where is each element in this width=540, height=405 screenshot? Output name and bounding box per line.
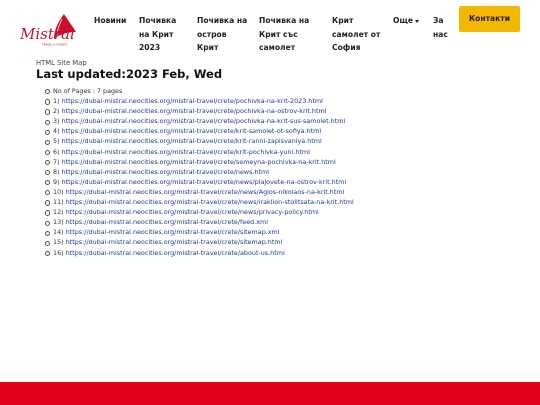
breadcrumb: HTML Site Map bbox=[36, 59, 87, 67]
nav-line: 2023 bbox=[139, 43, 161, 52]
nav-line: София bbox=[332, 43, 361, 52]
top-navbar: Mistral TRAVEL & EVENTS Новини Почивка н… bbox=[0, 0, 540, 58]
sitemap-link[interactable]: https://dubai-mistral.neocities.org/mist… bbox=[62, 158, 336, 166]
link-number: 7) bbox=[53, 157, 60, 166]
sitemap-link-item: 3) https://dubai-mistral.neocities.org/m… bbox=[45, 116, 354, 126]
sitemap-link[interactable]: https://dubai-mistral.neocities.org/mist… bbox=[66, 238, 283, 246]
sitemap-link[interactable]: https://dubai-mistral.neocities.org/mist… bbox=[62, 127, 322, 135]
nav-item-krit-samolet-ot-sofiya[interactable]: Крит самолет от София bbox=[332, 14, 380, 55]
sitemap-link-item: 5) https://dubai-mistral.neocities.org/m… bbox=[45, 136, 354, 146]
nav-item-news[interactable]: Новини bbox=[94, 14, 126, 28]
sitemap-link-item: 1) https://dubai-mistral.neocities.org/m… bbox=[45, 96, 354, 106]
link-number: 6) bbox=[53, 147, 60, 156]
sitemap-list: No of Pages : 7 pages 1) https://dubai-m… bbox=[45, 86, 354, 258]
nav-line: нас bbox=[433, 29, 448, 39]
sitemap-link-item: 11) https://dubai-mistral.neocities.org/… bbox=[45, 197, 354, 207]
link-number: 11) bbox=[53, 198, 64, 207]
sitemap-link[interactable]: https://dubai-mistral.neocities.org/mist… bbox=[66, 218, 268, 226]
sitemap-link-item: 7) https://dubai-mistral.neocities.org/m… bbox=[45, 157, 354, 167]
nav-item-pochivka-na-krit-2023[interactable]: Почивка на Крит 2023 bbox=[139, 14, 176, 55]
link-number: 8) bbox=[53, 167, 60, 176]
nav-line: За bbox=[433, 16, 444, 25]
nav-item-pochivka-na-ostrov-krit[interactable]: Почивка на остров Крит bbox=[197, 14, 247, 55]
contact-button[interactable]: Контакти bbox=[459, 6, 520, 32]
link-number: 3) bbox=[53, 117, 60, 126]
link-number: 10) bbox=[53, 187, 64, 196]
mistral-logo[interactable]: Mistral TRAVEL & EVENTS bbox=[18, 12, 86, 48]
sitemap-link[interactable]: https://dubai-mistral.neocities.org/mist… bbox=[62, 148, 310, 156]
sitemap-link[interactable]: https://dubai-mistral.neocities.org/mist… bbox=[62, 137, 322, 145]
sitemap-link[interactable]: https://dubai-mistral.neocities.org/mist… bbox=[62, 117, 346, 125]
sitemap-link-item: 9) https://dubai-mistral.neocities.org/m… bbox=[45, 177, 354, 187]
nav-line: Почивка на bbox=[197, 16, 248, 25]
nav-line: Почивка bbox=[139, 16, 177, 25]
sitemap-link-item: 2) https://dubai-mistral.neocities.org/m… bbox=[45, 106, 354, 116]
page-title: Last updated:2023 Feb, Wed bbox=[36, 67, 223, 81]
sitemap-link-item: 14) https://dubai-mistral.neocities.org/… bbox=[45, 227, 354, 237]
link-number: 16) bbox=[53, 248, 64, 257]
sitemap-link[interactable]: https://dubai-mistral.neocities.org/mist… bbox=[62, 168, 269, 176]
nav-line: остров bbox=[197, 29, 227, 39]
link-number: 13) bbox=[53, 218, 64, 227]
logo-wordmark: Mistral bbox=[19, 25, 75, 43]
link-number: 15) bbox=[53, 238, 64, 247]
link-number: 5) bbox=[53, 137, 60, 146]
caret-down-icon bbox=[415, 19, 420, 23]
sitemap-link[interactable]: https://dubai-mistral.neocities.org/mist… bbox=[62, 107, 327, 115]
sitemap-link-item: 12) https://dubai-mistral.neocities.org/… bbox=[45, 207, 354, 217]
sail-logo-icon: Mistral TRAVEL & EVENTS bbox=[19, 14, 76, 47]
sitemap-link[interactable]: https://dubai-mistral.neocities.org/mist… bbox=[62, 178, 347, 186]
link-number: 9) bbox=[53, 177, 60, 186]
nav-line: Крит bbox=[332, 16, 354, 25]
sitemap-link[interactable]: https://dubai-mistral.neocities.org/mist… bbox=[66, 198, 354, 206]
link-number: 14) bbox=[53, 228, 64, 237]
sitemap-link-item: 15) https://dubai-mistral.neocities.org/… bbox=[45, 237, 354, 247]
sitemap-link-item: 13) https://dubai-mistral.neocities.org/… bbox=[45, 217, 354, 227]
sitemap-link-item: 8) https://dubai-mistral.neocities.org/m… bbox=[45, 167, 354, 177]
nav-item-pochivka-sus-samolet[interactable]: Почивка на Крит със самолет bbox=[259, 14, 309, 55]
sitemap-link-item: 6) https://dubai-mistral.neocities.org/m… bbox=[45, 147, 354, 157]
nav-line: на Крит bbox=[139, 29, 174, 39]
link-number: 12) bbox=[53, 208, 64, 217]
link-number: 1) bbox=[53, 97, 60, 106]
nav-item-about-us[interactable]: За нас bbox=[433, 14, 448, 41]
link-number: 4) bbox=[53, 127, 60, 136]
sitemap-link[interactable]: https://dubai-mistral.neocities.org/mist… bbox=[66, 249, 285, 257]
sitemap-link[interactable]: https://dubai-mistral.neocities.org/mist… bbox=[66, 188, 345, 196]
sitemap-link[interactable]: https://dubai-mistral.neocities.org/mist… bbox=[66, 208, 319, 216]
nav-line: самолет от bbox=[332, 29, 381, 39]
nav-dropdown-more[interactable]: Още bbox=[393, 14, 420, 28]
sitemap-link-item: 16) https://dubai-mistral.neocities.org/… bbox=[45, 248, 354, 258]
sitemap-link[interactable]: https://dubai-mistral.neocities.org/mist… bbox=[66, 228, 280, 236]
footer-bar bbox=[0, 382, 540, 405]
logo-tagline: TRAVEL & EVENTS bbox=[41, 43, 68, 47]
nav-line: Почивка на bbox=[259, 16, 310, 25]
sitemap-link[interactable]: https://dubai-mistral.neocities.org/mist… bbox=[62, 97, 323, 105]
nav-line: Крит със bbox=[259, 29, 298, 39]
sitemap-link-item: 10) https://dubai-mistral.neocities.org/… bbox=[45, 187, 354, 197]
nav-line: Новини bbox=[94, 16, 127, 25]
nav-line: Още bbox=[393, 16, 414, 25]
nav-line: самолет bbox=[259, 43, 296, 52]
nav-line: Крит bbox=[197, 43, 219, 52]
link-number: 2) bbox=[53, 107, 60, 116]
sitemap-link-item: 4) https://dubai-mistral.neocities.org/m… bbox=[45, 126, 354, 136]
pages-count-item: No of Pages : 7 pages bbox=[45, 86, 354, 96]
pages-count-text: No of Pages : 7 pages bbox=[53, 87, 123, 95]
